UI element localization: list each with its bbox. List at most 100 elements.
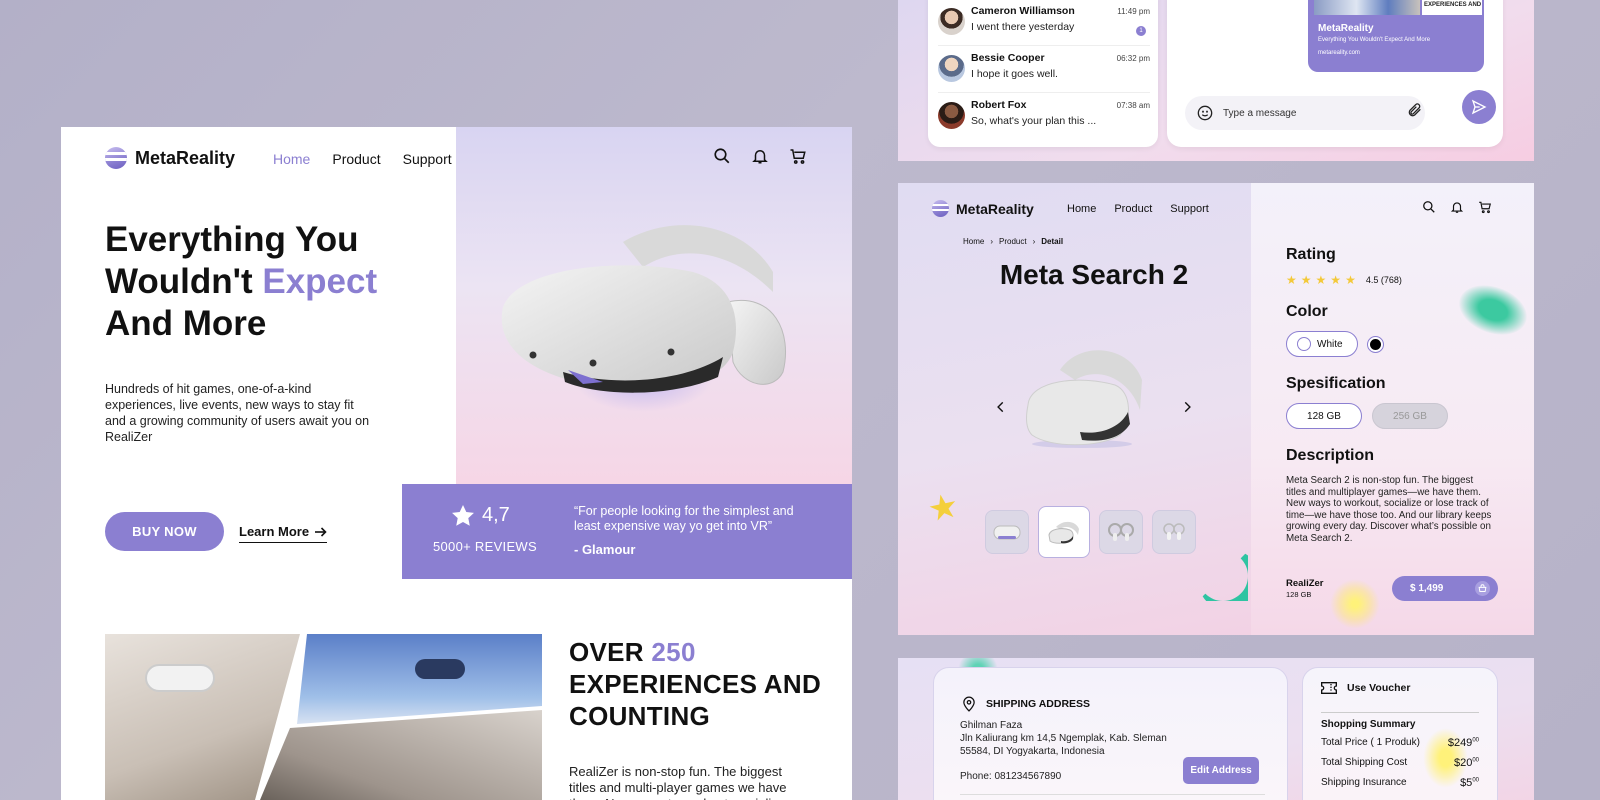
over-subtext: EXPERIENCES AND COUNTING <box>569 669 822 731</box>
shared-link-card[interactable]: OVER 250 EXPERIENCES AND MetaReality Eve… <box>1308 0 1484 72</box>
message-placeholder: Type a message <box>1223 107 1297 119</box>
logo-icon <box>105 147 127 169</box>
brand[interactable]: MetaReality <box>105 147 235 169</box>
buy-now-button[interactable]: BUY NOW <box>105 512 224 551</box>
nav-product[interactable]: Product <box>332 151 380 167</box>
shipping-header: SHIPPING ADDRESS <box>962 696 1090 712</box>
search-icon[interactable] <box>1422 200 1436 214</box>
summary-label: Shipping Insurance <box>1321 777 1407 788</box>
previous-image-button[interactable] <box>994 400 1008 414</box>
thumbnail-controllers[interactable] <box>1099 510 1143 554</box>
product-image <box>1026 350 1142 448</box>
decorative-star: ★ <box>924 486 963 530</box>
summary-row: Total Shipping Cost $2000 <box>1321 757 1479 769</box>
sunglasses-shape <box>415 659 465 679</box>
summary-label: Total Shipping Cost <box>1321 757 1408 768</box>
breadcrumb-home[interactable]: Home <box>963 237 984 246</box>
message-input[interactable]: Type a message <box>1185 96 1425 130</box>
color-option-black[interactable] <box>1366 335 1384 353</box>
contact-name: Robert Fox <box>971 99 1027 111</box>
headline-line-3: And More <box>105 304 267 343</box>
send-button[interactable] <box>1462 90 1496 124</box>
nav-support[interactable]: Support <box>1170 203 1209 215</box>
divider <box>1321 712 1479 713</box>
attachment-icon[interactable] <box>1407 102 1423 118</box>
summary-cents: 00 <box>1472 737 1479 744</box>
cart-icon[interactable] <box>1478 200 1492 214</box>
review-quote: “For people looking for the simplest and… <box>574 504 794 533</box>
nav-support[interactable]: Support <box>403 151 452 167</box>
location-pin-icon <box>962 696 976 712</box>
seller-info: RealiZer 128 GB <box>1286 578 1324 599</box>
cart-icon[interactable] <box>789 147 807 165</box>
message-preview: So, what's your plan this ... <box>971 115 1097 127</box>
seller-name: RealiZer <box>1286 578 1324 589</box>
summary-amount: $20 <box>1453 757 1473 769</box>
star-icon: ★ <box>1286 273 1297 287</box>
brand[interactable]: MetaReality <box>932 200 1034 217</box>
avatar <box>938 55 965 82</box>
thumbnail-gallery <box>985 506 1196 558</box>
headline-line-1: Everything You <box>105 220 359 259</box>
bell-icon[interactable] <box>1450 200 1464 214</box>
headline-highlight: Expect <box>262 262 378 301</box>
conversation-item[interactable]: Bessie Cooper I hope it goes well. 06:32… <box>938 49 1150 93</box>
nav-home[interactable]: Home <box>273 151 310 167</box>
add-to-cart-button[interactable]: $ 1,499 <box>1392 576 1498 601</box>
conversation-list: Cameron Williamson I went there yesterda… <box>928 0 1158 147</box>
header-actions <box>713 147 807 165</box>
color-options: White <box>1286 331 1384 357</box>
breadcrumb-product[interactable]: Product <box>999 237 1027 246</box>
shared-link-subtitle: Everything You Wouldn't Expect And More <box>1318 37 1431 43</box>
description-heading: Description <box>1286 447 1375 464</box>
vr-headset-image <box>501 225 787 412</box>
breadcrumb: Home › Product › Detail <box>963 237 1063 246</box>
decorative-crescent <box>1198 551 1248 601</box>
learn-more-link[interactable]: Learn More <box>239 524 328 543</box>
shared-link-title: MetaReality <box>1318 23 1374 34</box>
summary-row: Total Price ( 1 Produk) $24900 <box>1321 737 1479 749</box>
thumbnail-side[interactable] <box>1038 506 1090 558</box>
headline-line-2: Wouldn't <box>105 262 263 301</box>
summary-value: $2000 <box>1454 757 1479 769</box>
rating-heading: Rating <box>1286 246 1336 263</box>
edit-address-button[interactable]: Edit Address <box>1183 757 1259 784</box>
summary-row: Shipping Insurance $500 <box>1321 777 1479 789</box>
conversation-item[interactable]: Robert Fox So, what's your plan this ...… <box>938 96 1150 140</box>
summary-cents: 00 <box>1472 757 1479 764</box>
experiences-heading: OVER 250 EXPERIENCES AND COUNTING <box>569 636 829 732</box>
storage-option-128[interactable]: 128 GB <box>1286 403 1362 429</box>
thumbnail-front[interactable] <box>985 510 1029 554</box>
storage-option-256[interactable]: 256 GB <box>1372 403 1448 429</box>
headset-shape <box>145 664 215 692</box>
brand-name: MetaReality <box>956 200 1034 217</box>
nav-product[interactable]: Product <box>1114 203 1152 215</box>
use-voucher-row[interactable]: Use Voucher <box>1321 682 1410 694</box>
summary-value: $500 <box>1460 777 1479 789</box>
product-title: Meta Search 2 <box>999 259 1189 290</box>
emoji-icon[interactable] <box>1197 105 1213 121</box>
color-option-white[interactable]: White <box>1286 331 1358 357</box>
message-preview: I hope it goes well. <box>971 68 1058 80</box>
product-detail-panel: MetaReality Home Product Support Home › … <box>898 183 1534 635</box>
address-line-1: Jln Kaliurang km 14,5 Ngemplak, Kab. Sle… <box>960 733 1167 744</box>
conversation-item[interactable]: Cameron Williamson I went there yesterda… <box>938 2 1150 46</box>
bell-icon[interactable] <box>751 147 769 165</box>
review-source: - Glamour <box>574 542 636 557</box>
thumbnail-controllers-alt[interactable] <box>1152 510 1196 554</box>
search-icon[interactable] <box>713 147 731 165</box>
shipping-address-card: SHIPPING ADDRESS Ghilman Faza Jln Kaliur… <box>933 667 1288 800</box>
color-option-label: White <box>1317 338 1343 350</box>
seller-variant: 128 GB <box>1286 590 1312 599</box>
chat-preview-panel: Cameron Williamson I went there yesterda… <box>898 0 1534 161</box>
landing-page-card: MetaReality Home Product Support Everyth… <box>61 127 852 800</box>
review-score: 4,7 <box>452 504 510 527</box>
nav-home[interactable]: Home <box>1067 203 1096 215</box>
next-image-button[interactable] <box>1180 400 1194 414</box>
unread-badge: 1 <box>1136 26 1146 36</box>
contact-name: Cameron Williamson <box>971 5 1075 17</box>
arrow-right-icon <box>315 526 327 537</box>
cart-icon <box>1475 581 1490 596</box>
summary-value: $24900 <box>1448 737 1479 749</box>
main-nav: Home Product Support <box>273 151 452 167</box>
